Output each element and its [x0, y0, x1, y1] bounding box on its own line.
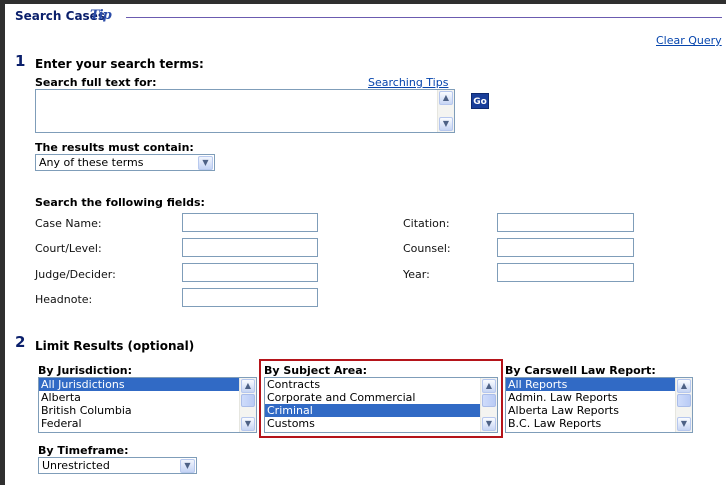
law-report-label: By Carswell Law Report:	[505, 364, 656, 377]
citation-label: Citation:	[403, 217, 450, 230]
full-text-input[interactable]: ▲ ▼	[35, 89, 455, 133]
tip-logo-icon[interactable]: Tip	[90, 8, 112, 23]
must-contain-select[interactable]: Any of these terms ▼	[35, 154, 215, 171]
year-label: Year:	[403, 268, 430, 281]
case-name-input[interactable]	[182, 213, 318, 232]
judge-decider-label: Judge/Decider:	[35, 268, 116, 281]
clear-query-link[interactable]: Clear Query	[656, 34, 722, 47]
list-item[interactable]: British Columbia	[39, 404, 239, 417]
window-frame-top	[0, 0, 726, 4]
searching-tips-link[interactable]: Searching Tips	[368, 76, 448, 89]
full-text-label: Search full text for:	[35, 76, 157, 89]
scroll-up-icon[interactable]: ▲	[439, 91, 453, 105]
court-level-label: Court/Level:	[35, 242, 102, 255]
jurisdiction-scrollbar[interactable]: ▲ ▼	[239, 378, 256, 432]
citation-input[interactable]	[497, 213, 634, 232]
window-frame-left	[0, 0, 5, 485]
jurisdiction-listbox[interactable]: All Jurisdictions Alberta British Columb…	[38, 377, 257, 433]
headnote-label: Headnote:	[35, 293, 93, 306]
judge-decider-input[interactable]	[182, 263, 318, 282]
scroll-down-icon[interactable]: ▼	[439, 117, 453, 131]
fields-heading: Search the following fields:	[35, 196, 205, 209]
list-item[interactable]: All Reports	[506, 378, 675, 391]
timeframe-label: By Timeframe:	[38, 444, 129, 457]
court-level-input[interactable]	[182, 238, 318, 257]
counsel-input[interactable]	[497, 238, 634, 257]
list-item[interactable]: All Jurisdictions	[39, 378, 239, 391]
law-report-scrollbar[interactable]: ▲ ▼	[675, 378, 692, 432]
law-report-listbox[interactable]: All Reports Admin. Law Reports Alberta L…	[505, 377, 693, 433]
must-contain-value: Any of these terms	[39, 156, 144, 169]
list-item[interactable]: Admin. Law Reports	[506, 391, 675, 404]
scroll-up-icon[interactable]: ▲	[241, 379, 255, 393]
full-text-scrollbar[interactable]: ▲ ▼	[437, 90, 454, 132]
step-number-2: 2	[15, 333, 26, 351]
scroll-up-icon[interactable]: ▲	[677, 379, 691, 393]
chevron-down-icon[interactable]: ▼	[180, 459, 195, 473]
headnote-input[interactable]	[182, 288, 318, 307]
scroll-down-icon[interactable]: ▼	[677, 417, 691, 431]
list-item[interactable]: Alberta	[39, 391, 239, 404]
list-item[interactable]: B.C. Law Reports	[506, 417, 675, 430]
subject-area-highlight	[259, 359, 503, 438]
case-name-label: Case Name:	[35, 217, 102, 230]
step2-heading: Limit Results (optional)	[35, 339, 195, 353]
chevron-down-icon[interactable]: ▼	[198, 156, 213, 170]
step1-heading: Enter your search terms:	[35, 57, 204, 71]
timeframe-select[interactable]: Unrestricted ▼	[38, 457, 197, 474]
jurisdiction-label: By Jurisdiction:	[38, 364, 133, 377]
list-item[interactable]: Alberta Law Reports	[506, 404, 675, 417]
scroll-thumb[interactable]	[241, 394, 255, 407]
timeframe-value: Unrestricted	[42, 459, 110, 472]
step-number-1: 1	[15, 52, 26, 70]
scroll-down-icon[interactable]: ▼	[241, 417, 255, 431]
scroll-thumb[interactable]	[677, 394, 691, 407]
header-divider	[126, 17, 722, 18]
list-item[interactable]: Federal	[39, 417, 239, 430]
must-contain-label: The results must contain:	[35, 141, 194, 154]
go-button[interactable]: Go	[471, 93, 489, 109]
year-input[interactable]	[497, 263, 634, 282]
counsel-label: Counsel:	[403, 242, 451, 255]
